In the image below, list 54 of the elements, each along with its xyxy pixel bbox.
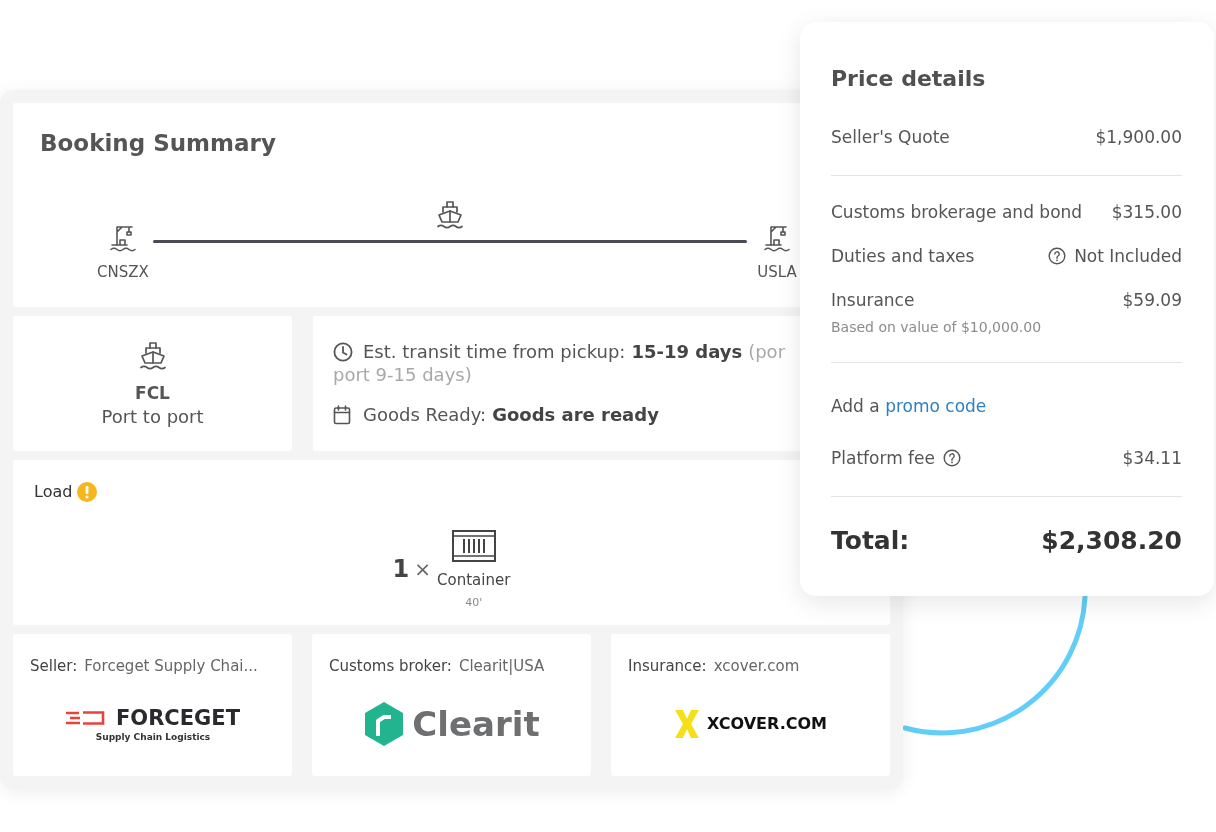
transit-time: 15-19 days <box>631 340 743 363</box>
container-icon <box>451 530 496 562</box>
price-value: $59.09 <box>1122 289 1182 312</box>
party-role: Customs broker: <box>329 656 452 676</box>
party-name: Forceget Supply Chai... <box>84 656 258 676</box>
promo-prompt: Add a promo code <box>831 395 987 418</box>
unit-size: 40' <box>465 596 483 610</box>
ship-icon <box>138 341 167 371</box>
total-label: Total: <box>831 525 910 557</box>
load-label: Load <box>34 482 73 502</box>
section-title: Booking Summary <box>40 129 276 157</box>
party-role: Seller: <box>30 656 78 676</box>
panel-title: Price details <box>831 65 986 93</box>
price-label: Seller's Quote <box>831 126 950 149</box>
price-label: Platform fee <box>831 447 935 470</box>
quantity: 1 <box>392 555 410 583</box>
question-circle-icon[interactable] <box>1048 247 1067 265</box>
price-label: Customs brokerage and bond <box>831 201 1083 224</box>
logo-wordmark: Clearit <box>412 704 540 744</box>
hexagon-icon <box>364 701 405 747</box>
speed-lines-icon <box>66 710 106 725</box>
logo-wordmark: XCOVER.COM <box>707 714 827 734</box>
ship-icon <box>436 200 464 230</box>
question-circle-icon[interactable] <box>943 449 961 467</box>
freight-type: FCL <box>135 383 170 403</box>
transit-label: Est. transit time from pickup: <box>363 340 626 363</box>
party-name: Clearit|USA <box>458 656 545 676</box>
price-value: $315.00 <box>1111 201 1182 224</box>
port-code: CNSZX <box>97 262 149 282</box>
service-type: Port to port <box>101 406 204 428</box>
price-label: Duties and taxes <box>831 245 975 268</box>
unit-label: Container <box>437 571 511 589</box>
multiplier-sign: × <box>414 557 432 581</box>
promo-code-link[interactable]: promo code <box>885 396 987 416</box>
crane-icon <box>764 224 790 252</box>
clock-icon <box>333 341 353 362</box>
x-mark-icon <box>675 710 699 738</box>
crane-icon <box>110 224 136 252</box>
price-note: Based on value of $10,000.00 <box>831 318 1042 336</box>
party-name: xcover.com <box>713 656 800 676</box>
total-value: $2,308.20 <box>1041 525 1182 557</box>
party-role: Insurance: <box>628 656 707 676</box>
logo-wordmark: FORCEGET <box>116 705 240 730</box>
ready-status: Goods are ready <box>492 403 659 426</box>
price-label: Insurance <box>831 289 915 312</box>
logo-tagline: Supply Chain Logistics <box>95 730 211 743</box>
calendar-icon <box>333 404 351 425</box>
port-code: USLA <box>757 262 797 282</box>
transit-note: (por <box>748 340 786 363</box>
ready-label: Goods Ready: <box>363 403 487 426</box>
price-value: $34.11 <box>1122 447 1182 470</box>
price-value: $1,900.00 <box>1095 126 1182 149</box>
price-value: Not Included <box>1074 245 1182 268</box>
transit-note: port 9-15 days) <box>333 363 472 386</box>
